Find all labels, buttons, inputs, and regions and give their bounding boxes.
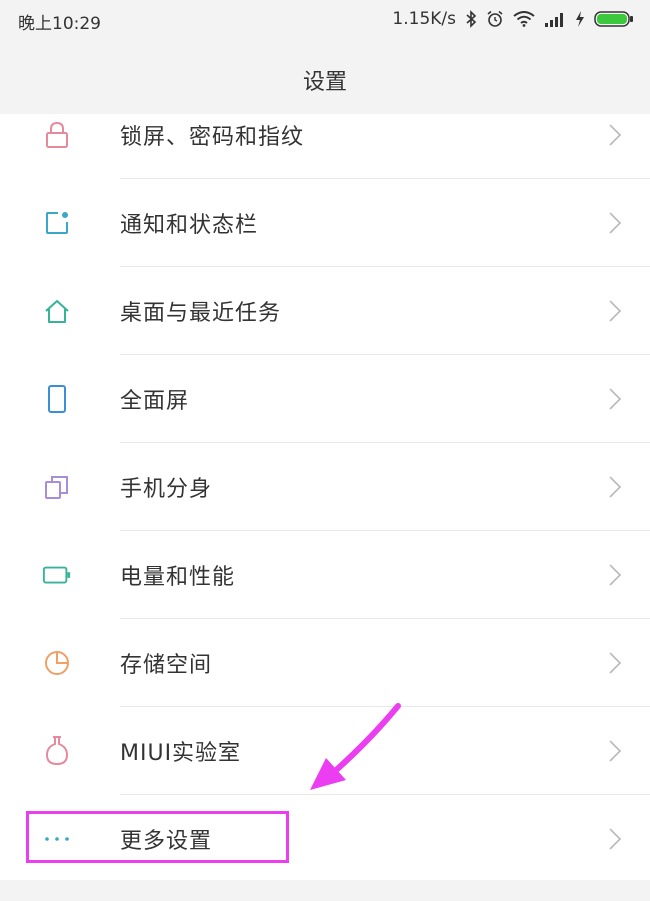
chevron-right-icon (609, 300, 622, 322)
settings-item-home-screen[interactable]: 桌面与最近任务 (0, 267, 650, 355)
notification-icon (42, 208, 72, 238)
home-icon (42, 296, 72, 326)
pointer-arrow (310, 703, 401, 790)
chevron-right-icon (609, 124, 622, 146)
settings-item-label: MIUI实验室 (120, 741, 242, 766)
status-time: 晚上10:29 (18, 14, 101, 34)
chevron-right-icon (609, 740, 622, 762)
settings-item-label: 桌面与最近任务 (120, 301, 282, 326)
phone-screen-icon (42, 384, 72, 414)
chevron-right-icon (609, 476, 622, 498)
signal-icon (545, 13, 563, 27)
settings-item-label: 电量和性能 (120, 565, 236, 590)
flask-icon (42, 736, 72, 766)
settings-item-label: 全面屏 (120, 389, 190, 414)
battery-icon (594, 11, 633, 27)
settings-item-battery-performance[interactable]: 电量和性能 (0, 531, 650, 619)
settings-item-lock-screen[interactable]: 锁屏、密码和指纹 (0, 91, 650, 179)
status-bar: 晚上10:29 1.15K/s (0, 0, 650, 44)
settings-item-full-screen[interactable]: 全面屏 (0, 355, 650, 443)
settings-item-label: 手机分身 (120, 477, 213, 502)
settings-item-notifications[interactable]: 通知和状态栏 (0, 179, 650, 267)
battery-outline-icon (42, 560, 72, 590)
settings-item-label: 通知和状态栏 (120, 213, 259, 238)
highlight-box (26, 811, 289, 863)
settings-item-label: 锁屏、密码和指纹 (120, 125, 305, 150)
status-icons: 1.15K/s (392, 8, 634, 30)
chevron-right-icon (609, 564, 622, 586)
settings-item-label: 存储空间 (120, 653, 213, 678)
lock-icon (42, 120, 72, 150)
charging-icon (576, 11, 584, 27)
pie-chart-icon (42, 648, 72, 678)
chevron-right-icon (609, 652, 622, 674)
alarm-icon (487, 10, 503, 27)
chevron-right-icon (609, 828, 622, 850)
bottom-strip (0, 880, 650, 901)
settings-item-storage[interactable]: 存储空间 (0, 619, 650, 707)
chevron-right-icon (609, 388, 622, 410)
dual-space-icon (42, 472, 72, 502)
wifi-icon (513, 11, 535, 27)
chevron-right-icon (609, 212, 622, 234)
network-speed: 1.15K/s (392, 9, 456, 29)
bluetooth-icon (466, 10, 477, 28)
settings-item-dual-space[interactable]: 手机分身 (0, 443, 650, 531)
